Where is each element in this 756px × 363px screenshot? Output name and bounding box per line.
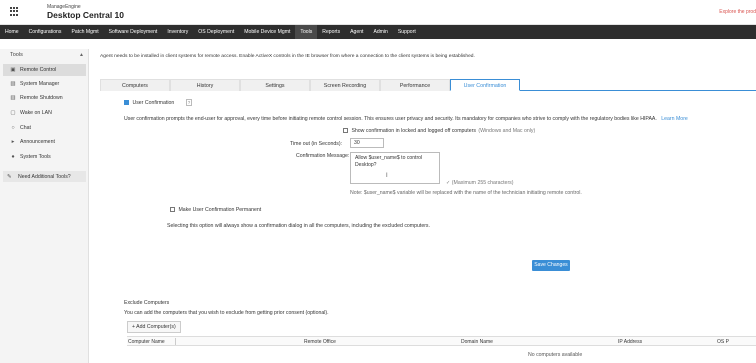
tab-bar: Computers History Settings Screen Record…	[100, 79, 756, 91]
exclude-description: You can add the computers that you wish …	[124, 310, 329, 316]
text-cursor-icon: I	[386, 173, 388, 179]
sidebar-title: Tools	[10, 52, 23, 58]
nav-reports[interactable]: Reports	[317, 25, 345, 39]
variable-note: Note: $user_name$ variable will be repla…	[350, 190, 582, 196]
nav-admin[interactable]: Admin	[368, 25, 392, 39]
col-os[interactable]: OS P	[717, 339, 729, 345]
main-nav: Home Configurations Patch Mgmt Software …	[0, 25, 756, 39]
wake-on-lan-icon: ▢	[10, 110, 16, 116]
column-divider	[175, 338, 176, 345]
agent-note: Agent needs to be installed in client sy…	[100, 54, 475, 59]
show-confirmation-label: Show confirmation in locked and logged o…	[351, 128, 476, 134]
nav-software-deployment[interactable]: Software Deployment	[104, 25, 163, 39]
show-confirmation-checkbox[interactable]	[343, 128, 348, 134]
sidebar-item-system-manager[interactable]: ▧ System Manager	[3, 78, 86, 90]
help-icon[interactable]: ?	[185, 99, 193, 106]
nav-mobile-device-mgmt[interactable]: Mobile Device Mgmt	[239, 25, 295, 39]
sidebar-item-chat[interactable]: ○ Chat	[3, 122, 86, 134]
collapse-chevron-icon[interactable]: ▲	[79, 52, 84, 58]
shutdown-icon: ▥	[10, 95, 16, 101]
tab-performance[interactable]: Performance	[380, 79, 450, 91]
col-domain-name[interactable]: Domain Name	[461, 339, 493, 345]
sidebar-item-wake-on-lan[interactable]: ▢ Wake on LAN	[3, 107, 86, 119]
description-text: User confirmation prompts the end-user f…	[124, 116, 657, 122]
nav-agent[interactable]: Agent	[345, 25, 368, 39]
sidebar-item-label: System Manager	[20, 81, 60, 87]
add-computers-button[interactable]: + Add Computer(s)	[127, 321, 181, 333]
product-name: Desktop Central 10	[47, 10, 124, 20]
announcement-icon: ▸	[11, 139, 15, 145]
show-confirmation-suffix: (Windows and Mac only)	[478, 128, 536, 134]
max-chars-text: (Maximum 255 characters)	[451, 180, 514, 186]
permanent-note: Selecting this option will always show a…	[167, 223, 430, 229]
nav-configurations[interactable]: Configurations	[24, 25, 67, 39]
sidebar-item-remote-control[interactable]: ▣ Remote Control	[3, 64, 86, 76]
show-confirmation-row: Show confirmation in locked and logged o…	[343, 128, 535, 134]
user-confirmation-panel: User Confirmation ? User confirmation pr…	[100, 91, 756, 281]
nav-home[interactable]: Home	[0, 25, 24, 39]
user-confirmation-checkbox[interactable]	[124, 100, 129, 106]
exclude-table-header: Computer Name Remote Office Domain Name …	[127, 336, 756, 346]
message-label: Confirmation Message:	[296, 153, 350, 159]
explore-link[interactable]: Explore the prod	[719, 9, 756, 15]
col-computer-name[interactable]: Computer Name	[128, 339, 165, 345]
need-additional-tools[interactable]: ✎ Need Additional Tools?	[3, 171, 86, 182]
permanent-row: Make User Confirmation Permanent	[170, 207, 261, 213]
exclude-title: Exclude Computers	[124, 300, 170, 306]
user-confirmation-label: User Confirmation	[132, 100, 175, 106]
empty-table-message: No computers available	[528, 352, 583, 358]
nav-tools[interactable]: Tools	[295, 25, 318, 39]
tab-screen-recording[interactable]: Screen Recording	[310, 79, 380, 91]
timeout-input[interactable]: 30	[350, 138, 384, 148]
sidebar-item-label: Remote Shutdown	[20, 95, 63, 101]
permanent-checkbox[interactable]	[170, 207, 175, 213]
nav-os-deployment[interactable]: OS Deployment	[193, 25, 239, 39]
user-confirmation-row: User Confirmation ?	[124, 99, 193, 106]
nav-patch-mgmt[interactable]: Patch Mgmt	[66, 25, 103, 39]
description-row: User confirmation prompts the end-user f…	[124, 116, 688, 122]
top-bar: ManageEngine Desktop Central 10 Explore …	[0, 0, 756, 25]
tab-computers[interactable]: Computers	[100, 79, 170, 91]
tab-settings[interactable]: Settings	[240, 79, 310, 91]
sidebar-item-label: Wake on LAN	[20, 110, 52, 116]
col-ip-address[interactable]: IP Address	[618, 339, 642, 345]
col-remote-office[interactable]: Remote Office	[304, 339, 336, 345]
chat-icon: ○	[11, 125, 15, 131]
confirmation-message-textarea[interactable]: Allow $user_name$ to control Desktop?	[350, 152, 440, 184]
help-label: Need Additional Tools?	[18, 173, 71, 180]
sidebar-item-label: System Tools	[20, 154, 51, 160]
monitor-icon: ▣	[10, 67, 16, 73]
sidebar-item-label: Remote Control	[20, 67, 57, 73]
learn-more-link[interactable]: Learn More	[661, 116, 688, 122]
nav-support[interactable]: Support	[393, 25, 421, 39]
system-manager-icon: ▧	[10, 81, 16, 87]
system-tools-icon: ●	[11, 154, 15, 160]
app-grid-icon[interactable]	[10, 7, 19, 16]
sidebar: Tools ▲ ▣ Remote Control ▧ System Manage…	[0, 49, 89, 363]
permanent-label: Make User Confirmation Permanent	[178, 207, 262, 213]
max-chars-hint: ✓ (Maximum 255 characters)	[446, 180, 514, 186]
sidebar-item-label: Chat	[20, 125, 31, 131]
timeout-label: Time out (in Seconds):	[290, 141, 342, 147]
sidebar-item-label: Announcement	[20, 139, 55, 145]
main-content: Agent needs to be installed in client sy…	[90, 39, 756, 363]
sidebar-item-system-tools[interactable]: ● System Tools	[3, 151, 86, 163]
sidebar-item-remote-shutdown[interactable]: ▥ Remote Shutdown	[3, 92, 86, 104]
brand-logo[interactable]: ManageEngine Desktop Central 10	[47, 4, 124, 20]
tools-icon: ✎	[7, 173, 12, 180]
tab-history[interactable]: History	[170, 79, 240, 91]
tab-user-confirmation[interactable]: User Confirmation	[450, 79, 520, 91]
save-changes-button[interactable]: Save Changes	[532, 260, 570, 271]
nav-inventory[interactable]: Inventory	[162, 25, 193, 39]
sidebar-item-announcement[interactable]: ▸ Announcement	[3, 136, 86, 148]
